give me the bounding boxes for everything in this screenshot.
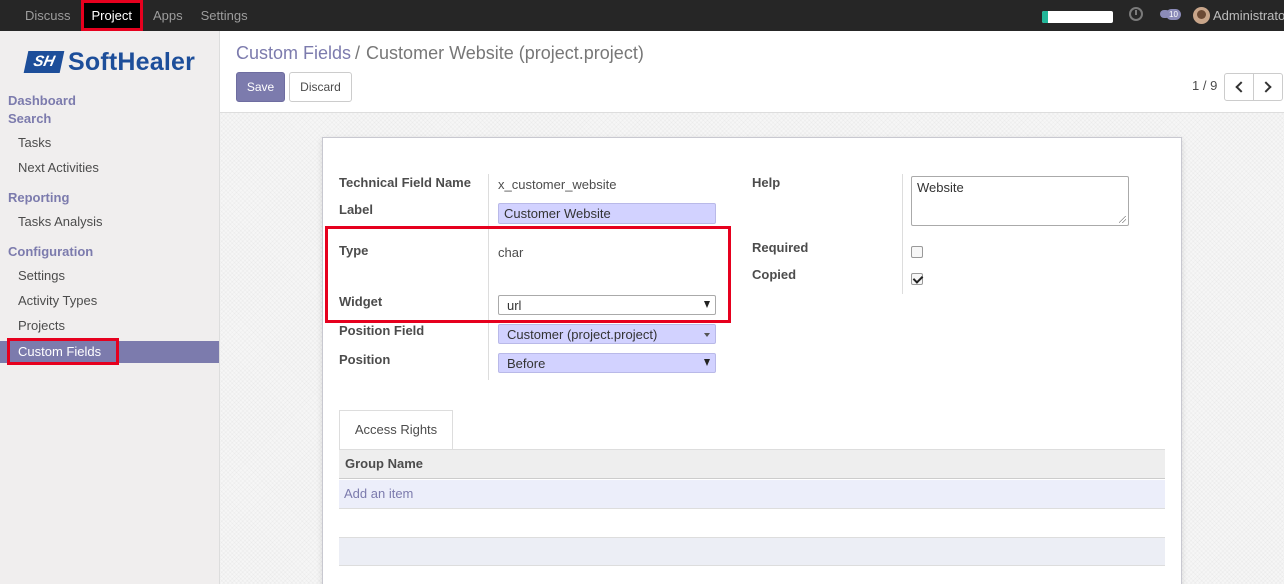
sidebar-item-projects[interactable]: Projects xyxy=(18,318,65,333)
chevron-right-icon xyxy=(1260,81,1272,93)
sidebar: SH SoftHealer Dashboard Search Tasks Nex… xyxy=(0,31,220,584)
chevron-left-icon xyxy=(1235,81,1247,93)
help-label: Help xyxy=(752,175,781,190)
sidebar-configuration[interactable]: Configuration xyxy=(8,244,93,259)
sidebar-item-custom-fields[interactable]: Custom Fields xyxy=(0,338,219,365)
label-input[interactable]: Customer Website xyxy=(498,203,716,224)
menu-settings[interactable]: Settings xyxy=(192,0,257,31)
position-field-select[interactable]: Customer (project.project) xyxy=(498,324,716,344)
position-field-label: Position Field xyxy=(339,323,425,338)
menu-apps[interactable]: Apps xyxy=(144,0,192,31)
progress-bar[interactable] xyxy=(1042,11,1113,23)
caret-down-icon xyxy=(704,359,710,366)
required-checkbox[interactable] xyxy=(911,246,923,258)
pager-previous-button[interactable] xyxy=(1224,73,1254,101)
add-item-row: Add an item xyxy=(339,480,1165,509)
pager-value: 1 / 9 xyxy=(1192,78,1218,93)
form-sheet: Technical Field Name x_customer_website … xyxy=(322,137,1182,584)
discard-button[interactable]: Discard xyxy=(289,72,352,102)
breadcrumb-custom-fields[interactable]: Custom Fields xyxy=(236,43,351,63)
top-navbar: Discuss Project Apps Settings 10 Adminis… xyxy=(0,0,1284,31)
position-value: Before xyxy=(507,356,546,371)
field-divider xyxy=(902,174,903,294)
technical-field-name-label: Technical Field Name xyxy=(339,175,471,190)
breadcrumb-current: Customer Website (project.project) xyxy=(366,43,644,63)
grid-header: Group Name xyxy=(339,450,1165,479)
menu-project[interactable]: Project xyxy=(80,0,144,31)
sidebar-item-settings[interactable]: Settings xyxy=(18,268,65,283)
caret-down-icon xyxy=(704,333,710,337)
resize-grip-icon[interactable] xyxy=(1119,216,1126,223)
technical-field-name-value: x_customer_website xyxy=(498,177,617,192)
sidebar-item-tasks-analysis[interactable]: Tasks Analysis xyxy=(18,214,103,229)
softhealer-logo: SH SoftHealer xyxy=(23,47,196,76)
logo-text: SoftHealer xyxy=(68,47,196,76)
notification-badge: 10 xyxy=(1166,9,1181,20)
messages-icon[interactable]: 10 xyxy=(1160,9,1182,21)
sidebar-item-activity-types[interactable]: Activity Types xyxy=(18,293,97,308)
app-menu: Discuss Project Apps Settings xyxy=(16,0,257,31)
highlight-box xyxy=(325,226,731,323)
required-label: Required xyxy=(752,240,809,255)
copied-checkbox[interactable] xyxy=(911,273,923,285)
position-select[interactable]: Before xyxy=(498,353,716,373)
position-label: Position xyxy=(339,352,391,367)
position-field-value: Customer (project.project) xyxy=(507,327,658,342)
sidebar-item-next-activities[interactable]: Next Activities xyxy=(18,160,99,175)
grid-footer xyxy=(339,537,1165,566)
control-panel: Custom Fields / Customer Website (project.… xyxy=(220,31,1284,113)
user-avatar[interactable] xyxy=(1193,7,1210,24)
breadcrumb: Custom Fields / Customer Website (project.… xyxy=(236,43,644,64)
sidebar-reporting[interactable]: Reporting xyxy=(8,190,69,205)
column-group-name[interactable]: Group Name xyxy=(345,456,423,471)
help-value: Website xyxy=(917,180,964,195)
sidebar-item-label: Custom Fields xyxy=(18,344,102,359)
pager-next-button[interactable] xyxy=(1253,73,1283,101)
breadcrumb-separator: / xyxy=(355,43,361,63)
add-item-link[interactable]: Add an item xyxy=(344,486,413,501)
logo-mark: SH xyxy=(23,51,65,73)
save-button[interactable]: Save xyxy=(236,72,285,102)
menu-discuss[interactable]: Discuss xyxy=(16,0,80,31)
copied-label: Copied xyxy=(752,267,797,282)
tab-access-rights[interactable]: Access Rights xyxy=(339,410,453,450)
activity-clock-icon[interactable] xyxy=(1129,7,1143,21)
label-label: Label xyxy=(339,202,373,217)
help-textarea[interactable]: Website xyxy=(911,176,1129,226)
sidebar-item-tasks[interactable]: Tasks xyxy=(18,135,51,150)
sidebar-search[interactable]: Search xyxy=(8,111,51,126)
user-menu[interactable]: Administrator xyxy=(1213,0,1284,31)
form-view: Technical Field Name x_customer_website … xyxy=(220,113,1284,584)
sidebar-dashboard[interactable]: Dashboard xyxy=(8,93,76,108)
